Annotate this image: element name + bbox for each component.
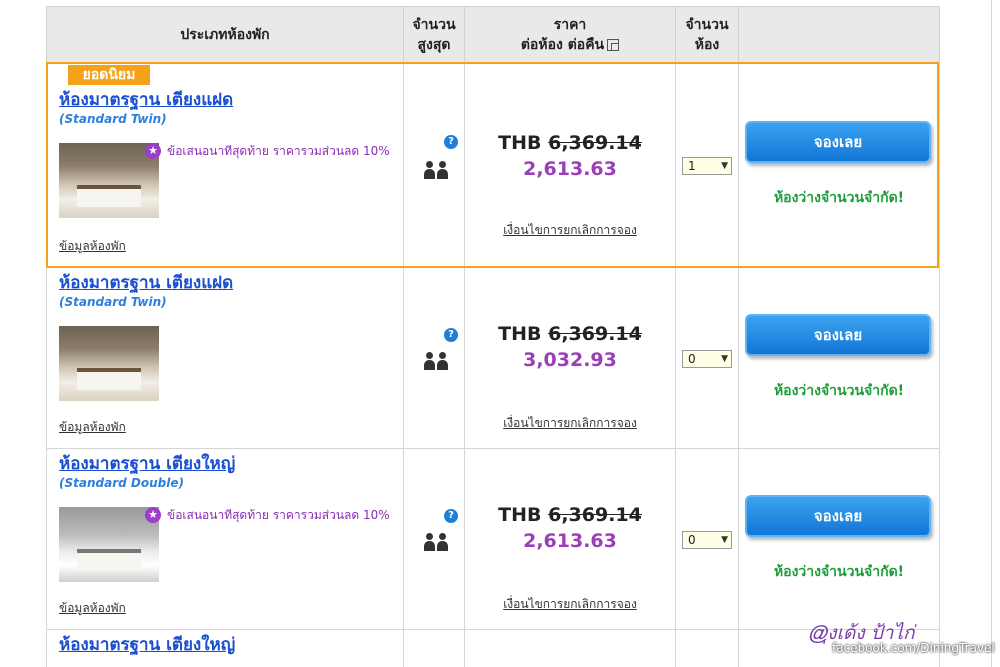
discounted-price: 2,613.63 <box>523 530 617 552</box>
cancellation-policy-link[interactable]: เงื่อนไขการยกเลิกการจอง <box>465 221 675 240</box>
promo-text: ★ ข้อเสนอนาทีสุดท้าย ราคารวมส่วนลด 10% <box>145 143 397 160</box>
two-people-icon <box>424 161 450 179</box>
book-now-button[interactable]: จองเลย <box>745 121 931 163</box>
availability-text: ห้องว่างจำนวนจำกัด! <box>773 383 905 399</box>
room-info-link[interactable]: ข้อมูลห้องพัก <box>59 418 126 437</box>
header-room-count: จำนวน ห้อง <box>675 6 739 63</box>
question-icon[interactable]: ? <box>444 135 458 149</box>
room-photo[interactable] <box>59 507 159 582</box>
room-quantity-select[interactable]: 1 ▼ <box>682 157 732 175</box>
question-icon[interactable]: ? <box>444 328 458 342</box>
max-occupancy-cell: ? <box>403 267 465 449</box>
room-photo[interactable] <box>59 326 159 401</box>
room-type-cell: ห้องมาตรฐาน เตียงใหญ่ (Standard Double) … <box>46 448 404 630</box>
chevron-down-icon: ▼ <box>721 161 728 171</box>
price-cell: THB 6,369.14 2,613.63 เงื่อนไขการยกเลิกก… <box>464 62 676 268</box>
question-icon[interactable]: ? <box>444 509 458 523</box>
room-quantity-select[interactable]: 0 ▼ <box>682 531 732 549</box>
table-row: ห้องมาตรฐาน เตียงแฝด (Standard Twin) ★ ข… <box>46 62 940 268</box>
availability-text: ห้องว่างจำนวนจำกัด! <box>773 190 905 206</box>
room-type-cell: ห้องมาตรฐาน เตียงใหญ่ <box>46 629 404 667</box>
header-book <box>738 6 940 63</box>
availability-text: ห้องว่างจำนวนจำกัด! <box>773 564 905 580</box>
room-table: ประเภทห้องพัก จำนวน สูงสุด ราคา ต่อห้อง ต… <box>46 6 940 667</box>
room-count-cell <box>675 629 739 667</box>
price-cell: THB 6,369.14 3,032.93 เงื่อนไขการยกเลิกก… <box>464 267 676 449</box>
table-row: ห้องมาตรฐาน เตียงใหญ่ (Standard Double) … <box>46 448 940 630</box>
popular-badge: ยอดนิยม <box>68 65 150 85</box>
original-price: THB 6,369.14 <box>498 132 642 154</box>
table-row: ห้องมาตรฐาน เตียงแฝด (Standard Twin) ข้อ… <box>46 267 940 449</box>
popup-window-icon[interactable] <box>607 38 620 51</box>
book-cell: จองเลย ห้องว่างจำนวนจำกัด! <box>738 62 940 268</box>
book-cell: จองเลย ห้องว่างจำนวนจำกัด! <box>738 448 940 630</box>
book-cell: จองเลย ห้องว่างจำนวนจำกัด! <box>738 267 940 449</box>
room-name-link[interactable]: ห้องมาตรฐาน เตียงใหญ่ <box>59 453 235 475</box>
room-name-link[interactable]: ห้องมาตรฐาน เตียงแฝด <box>59 272 233 294</box>
room-count-cell: 1 ▼ <box>675 62 739 268</box>
discounted-price: 3,032.93 <box>523 349 617 371</box>
room-name-link[interactable]: ห้องมาตรฐาน เตียงใหญ่ <box>59 634 235 656</box>
price-cell: THB 6,369.14 2,613.63 เงื่อนไขการยกเลิกก… <box>464 448 676 630</box>
two-people-icon <box>424 533 450 551</box>
table-header-row: ประเภทห้องพัก จำนวน สูงสุด ราคา ต่อห้อง ต… <box>46 6 940 63</box>
header-max-occupancy: จำนวน สูงสุด <box>403 6 465 63</box>
max-occupancy-cell: ? <box>403 62 465 268</box>
original-price: THB 6,369.14 <box>498 504 642 526</box>
frame-edge <box>991 0 992 667</box>
chevron-down-icon: ▼ <box>721 535 728 545</box>
cancellation-policy-link[interactable]: เงื่อนไขการยกเลิกการจอง <box>465 414 675 433</box>
room-info-link[interactable]: ข้อมูลห้องพัก <box>59 237 126 256</box>
watermark-url: facebook.com/DiningTravel <box>832 641 995 655</box>
cancellation-policy-link[interactable]: เงื่อนไขการยกเลิกการจอง <box>465 595 675 614</box>
max-occupancy-cell <box>403 629 465 667</box>
room-english-name: (Standard Twin) <box>59 112 167 126</box>
discounted-price: 2,613.63 <box>523 158 617 180</box>
book-now-button[interactable]: จองเลย <box>745 495 931 537</box>
header-price: ราคา ต่อห้อง ต่อคืน <box>464 6 676 63</box>
original-price: THB 6,369.14 <box>498 323 642 345</box>
max-occupancy-cell: ? <box>403 448 465 630</box>
room-info-link[interactable]: ข้อมูลห้องพัก <box>59 599 126 618</box>
room-count-cell: 0 ▼ <box>675 267 739 449</box>
two-people-icon <box>424 352 450 370</box>
header-room-type: ประเภทห้องพัก <box>46 6 404 63</box>
room-quantity-select[interactable]: 0 ▼ <box>682 350 732 368</box>
room-english-name: (Standard Twin) <box>59 295 167 309</box>
chevron-down-icon: ▼ <box>721 354 728 364</box>
room-type-cell: ห้องมาตรฐาน เตียงแฝด (Standard Twin) ข้อ… <box>46 267 404 449</box>
room-photo[interactable] <box>59 143 159 218</box>
promo-text: ★ ข้อเสนอนาทีสุดท้าย ราคารวมส่วนลด 10% <box>145 507 397 524</box>
room-english-name: (Standard Double) <box>59 476 184 490</box>
room-name-link[interactable]: ห้องมาตรฐาน เตียงแฝด <box>59 89 233 111</box>
book-now-button[interactable]: จองเลย <box>745 314 931 356</box>
star-badge-icon: ★ <box>145 143 161 159</box>
star-badge-icon: ★ <box>145 507 161 523</box>
room-type-cell: ห้องมาตรฐาน เตียงแฝด (Standard Twin) ★ ข… <box>46 62 404 268</box>
table-row: ห้องมาตรฐาน เตียงใหญ่ <box>46 629 940 667</box>
room-count-cell: 0 ▼ <box>675 448 739 630</box>
price-cell <box>464 629 676 667</box>
